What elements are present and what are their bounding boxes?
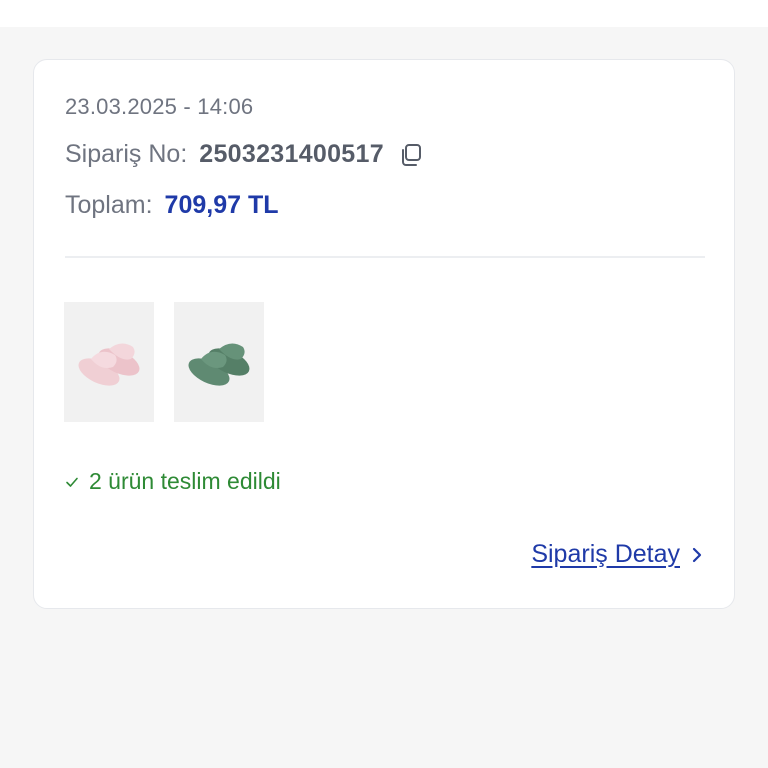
- order-number: 2503231400517: [199, 140, 384, 168]
- pink-slide-image: [78, 343, 140, 386]
- product-thumbnail-pink-slide[interactable]: [64, 302, 154, 422]
- delivery-status: 2 ürün teslim edildi: [65, 468, 281, 495]
- chevron-right-icon: [692, 547, 702, 562]
- order-total-row: Toplam: 709,97 TL: [65, 191, 279, 220]
- top-bar: [0, 0, 768, 27]
- copy-icon[interactable]: [398, 142, 424, 168]
- order-detail-link[interactable]: Sipariş Detay: [531, 540, 704, 569]
- order-number-row: Sipariş No: 2503231400517: [65, 140, 424, 169]
- order-total-value: 709,97 TL: [164, 191, 279, 219]
- order-detail-label[interactable]: Sipariş Detay: [531, 540, 680, 569]
- divider: [65, 256, 705, 258]
- order-number-label: Sipariş No:: [65, 140, 188, 168]
- product-thumbnails: [64, 302, 264, 422]
- delivery-status-text: 2 ürün teslim edildi: [89, 468, 281, 494]
- product-thumbnail-green-slide[interactable]: [174, 302, 264, 422]
- green-slide-image: [188, 343, 250, 386]
- order-date: 23.03.2025 - 14:06: [65, 94, 254, 119]
- check-icon: [66, 477, 78, 487]
- order-card: 23.03.2025 - 14:06 Sipariş No: 250323140…: [33, 59, 735, 609]
- order-total-label: Toplam:: [65, 191, 153, 219]
